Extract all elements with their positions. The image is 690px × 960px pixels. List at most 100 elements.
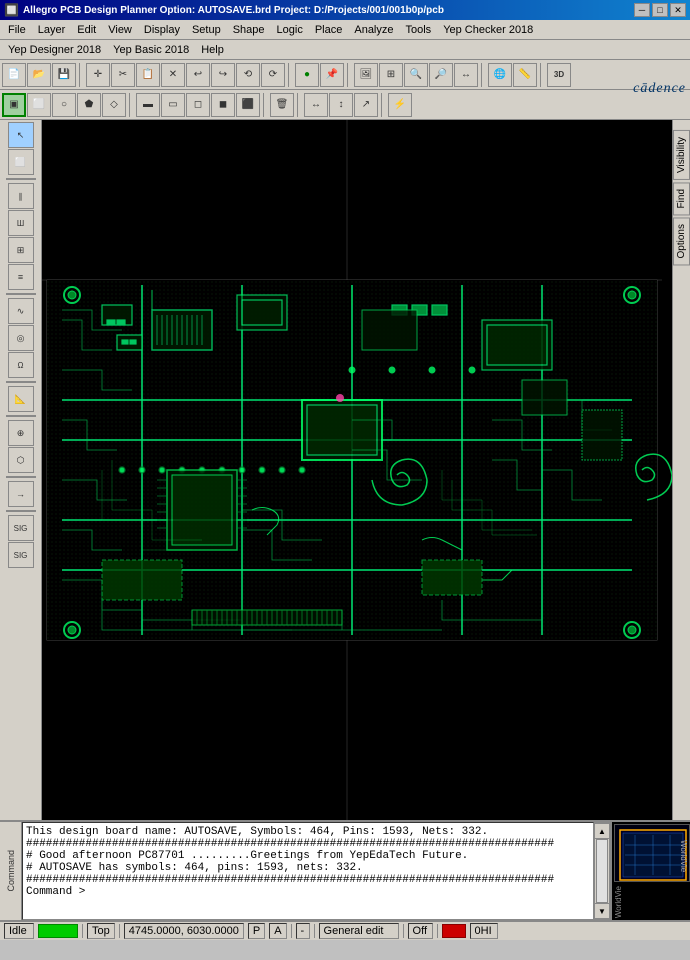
sidebar-tool4[interactable]: Ш — [8, 210, 34, 236]
sidebar-tool6-icon: ≡ — [18, 272, 23, 282]
save-icon: 💾 — [58, 69, 70, 80]
toolbar2-shape2[interactable]: ◻ — [186, 93, 210, 117]
toolbar2-shape1[interactable]: ▭ — [161, 93, 185, 117]
toolbar-zoom-in[interactable]: 🔍 — [404, 63, 428, 87]
toolbar-save[interactable]: 💾 — [52, 63, 76, 87]
toolbar-undelete[interactable]: ↪ — [211, 63, 235, 87]
sidebar-tool14[interactable]: SIG — [8, 542, 34, 568]
toolbar-copy[interactable]: 📋 — [136, 63, 160, 87]
toolbar-undo[interactable]: ↩ — [186, 63, 210, 87]
toolbar2-move-d[interactable]: ↗ — [354, 93, 378, 117]
status-a: A — [269, 923, 286, 939]
toolbar-world[interactable]: 🌐 — [488, 63, 512, 87]
sidebar-tool3[interactable]: ∥ — [8, 183, 34, 209]
sidebar-tool13-icon: SIG — [14, 524, 28, 533]
sidebar-sep1 — [6, 178, 36, 180]
menu-place[interactable]: Place — [309, 23, 349, 37]
menu-tools[interactable]: Tools — [400, 23, 438, 37]
toolbar2-move[interactable]: ↔ — [304, 93, 328, 117]
menu-analyze[interactable]: Analyze — [348, 23, 399, 37]
menu-layer[interactable]: Layer — [32, 23, 72, 37]
toolbar-sep5 — [540, 63, 544, 87]
open-icon: 📂 — [33, 69, 45, 80]
toolbar2-rect[interactable]: ⬜ — [27, 93, 51, 117]
toolbar2-filled-rect[interactable]: ▬ — [136, 93, 160, 117]
sidebar-select[interactable]: ↖ — [8, 122, 34, 148]
sidebar-tool9[interactable]: Ω — [8, 352, 34, 378]
console-scrollbar[interactable]: ▲ ▼ — [594, 822, 610, 920]
sidebar-tool5[interactable]: ⊞ — [8, 237, 34, 263]
toolbar-screenshot[interactable]: 🖼 — [354, 63, 378, 87]
menu-help[interactable]: Help — [195, 43, 230, 57]
menu-display[interactable]: Display — [138, 23, 186, 37]
console-line-2: ########################################… — [26, 838, 590, 850]
toolbar-cut[interactable]: ✂ — [111, 63, 135, 87]
scroll-up-button[interactable]: ▲ — [594, 823, 610, 839]
toolbar-zoom-prev[interactable]: ↔ — [454, 63, 478, 87]
toolbar-delete[interactable]: ✕ — [161, 63, 185, 87]
sidebar-sep3 — [6, 381, 36, 383]
ruler-icon: 📏 — [519, 69, 531, 80]
menu-logic[interactable]: Logic — [271, 23, 309, 37]
sidebar-arrow[interactable]: → — [8, 481, 34, 507]
sidebar-sep4 — [6, 415, 36, 417]
minimize-button[interactable]: ─ — [634, 3, 650, 17]
menu-edit[interactable]: Edit — [71, 23, 102, 37]
cut-icon: ✂ — [119, 69, 127, 80]
find-tab[interactable]: Find — [673, 182, 690, 215]
toolbar2-circle[interactable]: ○ — [52, 93, 76, 117]
menu-yepbasic[interactable]: Yep Basic 2018 — [107, 43, 195, 57]
sidebar-box[interactable]: ⬜ — [8, 149, 34, 175]
sidebar-tool6[interactable]: ≡ — [8, 264, 34, 290]
toolbar2-trash[interactable]: 🗑 — [270, 93, 294, 117]
toolbar-ruler[interactable]: 📏 — [513, 63, 537, 87]
toolbar-zoom-out[interactable]: 🔎 — [429, 63, 453, 87]
menu-shape[interactable]: Shape — [227, 23, 271, 37]
toolbar2-connect[interactable]: ⚡ — [388, 93, 412, 117]
sidebar-tool7[interactable]: ∿ — [8, 298, 34, 324]
maximize-button[interactable]: □ — [652, 3, 668, 17]
sidebar-tool11[interactable]: ⊕ — [8, 420, 34, 446]
menu-setup[interactable]: Setup — [186, 23, 227, 37]
sidebar-tool10[interactable]: 📐 — [8, 386, 34, 412]
toolbar-3d[interactable]: 3D — [547, 63, 571, 87]
menu-file[interactable]: File — [2, 23, 32, 37]
close-button[interactable]: ✕ — [670, 3, 686, 17]
toolbar-zoom-fit[interactable]: ⊞ — [379, 63, 403, 87]
menu-view[interactable]: View — [102, 23, 138, 37]
sidebar-sep5 — [6, 476, 36, 478]
toolbar2-shape3[interactable]: ◼ — [211, 93, 235, 117]
toolbar-undo2[interactable]: ⟲ — [236, 63, 260, 87]
sidebar-tool12[interactable]: ⬡ — [8, 447, 34, 473]
toolbar-snap[interactable]: ✛ — [86, 63, 110, 87]
snap-icon: ✛ — [94, 69, 102, 80]
toolbar-open[interactable]: 📂 — [27, 63, 51, 87]
console-output[interactable]: This design board name: AUTOSAVE, Symbol… — [22, 822, 594, 920]
scroll-down-button[interactable]: ▼ — [594, 903, 610, 919]
pcb-canvas[interactable] — [42, 120, 672, 820]
toolbar-pin[interactable]: 📌 — [320, 63, 344, 87]
status-coords: 4745.0000, 6030.0000 — [124, 923, 244, 939]
console-left-label: Command — [0, 822, 22, 920]
toolbar-new[interactable]: 📄 — [2, 63, 26, 87]
pcb-display — [42, 120, 672, 820]
titlebar-controls[interactable]: ─ □ ✕ — [634, 3, 686, 17]
menu-yepchecker[interactable]: Yep Checker 2018 — [437, 23, 539, 37]
toolbar2-shape4[interactable]: ⬛ — [236, 93, 260, 117]
delete-icon: ✕ — [169, 69, 177, 80]
toolbar-sep2 — [288, 63, 292, 87]
sidebar-tool8[interactable]: ◎ — [8, 325, 34, 351]
visibility-tab[interactable]: Visibility — [673, 130, 690, 180]
toolbar2-diamond[interactable]: ◇ — [102, 93, 126, 117]
sidebar-tool13[interactable]: SIG — [8, 515, 34, 541]
toolbar2-select[interactable]: ▣ — [2, 93, 26, 117]
toolbar2-poly[interactable]: ⬟ — [77, 93, 101, 117]
toolbar2-move-v[interactable]: ↕ — [329, 93, 353, 117]
toolbar-redo[interactable]: ⟳ — [261, 63, 285, 87]
toolbar-row2: ▣ ⬜ ○ ⬟ ◇ ▬ ▭ ◻ ◼ ⬛ 🗑 ↔ ↕ ↗ ⚡ — [0, 90, 690, 120]
menu-yepdesigner[interactable]: Yep Designer 2018 — [2, 43, 107, 57]
move-h-icon: ↔ — [311, 99, 321, 110]
options-tab[interactable]: Options — [673, 217, 690, 265]
sidebar-tool11-icon: ⊕ — [17, 428, 25, 439]
toolbar-ratsnest[interactable]: ● — [295, 63, 319, 87]
